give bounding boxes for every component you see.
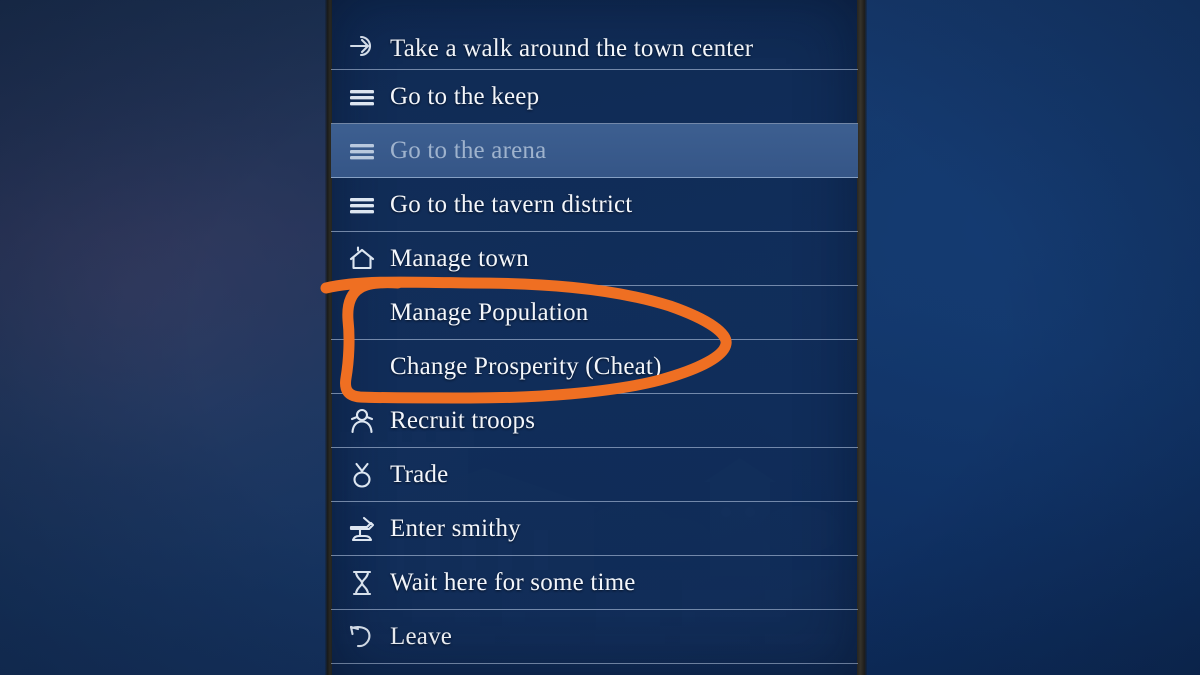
game-screenshot: Take a walk around the town center Go to… [0, 0, 1200, 675]
screen-vignette [0, 0, 1200, 675]
